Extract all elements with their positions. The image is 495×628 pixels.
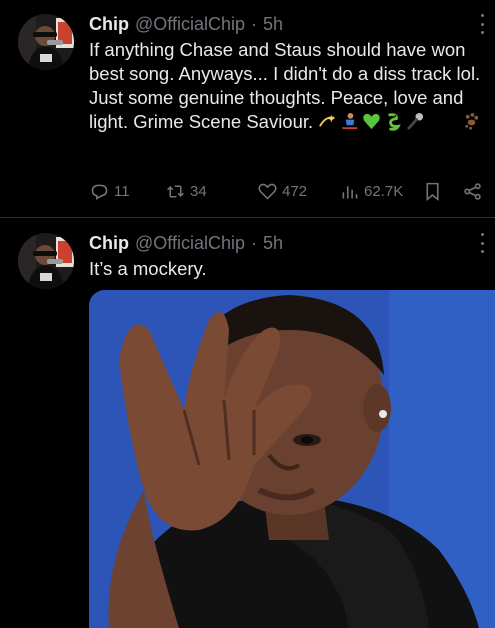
dizzy-emoji (319, 114, 336, 127)
paw-prints-emoji (465, 112, 479, 130)
tweet-header: Chip @OfficialChip · 5h (89, 12, 283, 36)
timestamp[interactable]: 5h (263, 14, 283, 35)
view-count: 62.7K (364, 182, 404, 200)
author-handle[interactable]: @OfficialChip (135, 14, 245, 35)
author-name[interactable]: Chip (89, 14, 129, 35)
author-name[interactable]: Chip (89, 233, 129, 254)
like-button[interactable]: 472 (257, 179, 307, 203)
retweet-count: 34 (190, 182, 207, 200)
tweet[interactable]: Chip @OfficialChip · 5h If anything Chas… (0, 0, 495, 218)
tweet[interactable]: Chip @OfficialChip · 5h It’s a mockery. (0, 219, 495, 628)
more-icon[interactable] (479, 14, 485, 34)
like-count: 472 (282, 182, 308, 200)
bookmark-icon (426, 182, 439, 201)
sledding-emoji (342, 112, 358, 130)
dragon-emoji (388, 113, 402, 131)
reply-count: 11 (114, 182, 130, 200)
microphone-emoji (407, 112, 424, 130)
retweet-icon (167, 184, 184, 198)
tweet-text: If anything Chase and Staus should have … (89, 38, 484, 184)
views-icon (342, 185, 358, 198)
tweet-text: It’s a mockery. (89, 258, 207, 279)
share-button[interactable] (462, 179, 483, 203)
avatar[interactable] (18, 14, 74, 70)
more-icon[interactable] (479, 233, 485, 253)
separator: · (250, 13, 257, 34)
tweet-photo[interactable] (89, 290, 495, 628)
separator: · (250, 232, 257, 253)
reply-button[interactable]: 11 (89, 179, 130, 203)
emoji-group (318, 112, 481, 184)
share-icon (464, 182, 481, 200)
views-button[interactable]: 62.7K (339, 179, 403, 203)
tweet-header: Chip @OfficialChip · 5h (89, 231, 283, 255)
bookmark-button[interactable] (422, 179, 443, 203)
heart-icon (258, 183, 277, 200)
tweet-actions: 11 34 472 62.7K (89, 179, 487, 203)
reply-icon (91, 184, 108, 200)
green-heart-emoji (363, 113, 380, 130)
retweet-button[interactable]: 34 (165, 179, 207, 203)
author-handle[interactable]: @OfficialChip (135, 233, 245, 254)
timestamp[interactable]: 5h (263, 233, 283, 254)
avatar[interactable] (18, 233, 74, 289)
